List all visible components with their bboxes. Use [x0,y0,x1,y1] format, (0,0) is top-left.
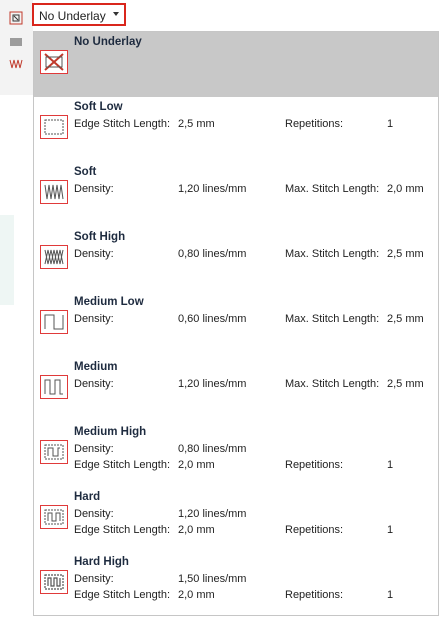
underlay-option-row: Density: 1,20 lines/mm Max. Stitch Length:… [74,378,434,394]
underlay-option-row: Edge Stitch Length: 2,0 mm Repetitions: 1 [74,459,434,475]
underlay-option[interactable]: Soft High Density: 0,80 lines/mm Max. Stitc… [34,227,438,292]
underlay-option-title: Hard High [74,556,129,568]
pattern-fill-icon[interactable] [8,35,24,49]
parameter-value: 2,0 mm [387,183,424,195]
parameter-value: 1 [387,118,394,130]
zigzag-stitch-icon[interactable] [8,57,24,71]
hard-icon [40,505,68,529]
underlay-option-title: Soft High [74,231,126,243]
underlay-option-row: Density: 0,80 lines/mm Max. Stitch Length:… [74,248,434,264]
satin-stitch-icon[interactable] [8,11,24,25]
underlay-option-row: Density: 1,20 lines/mm Max. Stitch Length:… [74,183,434,199]
underlay-option-row: Edge Stitch Length: 2,0 mm Repetitions: 1 [74,524,434,540]
left-panel-accent [0,215,14,305]
underlay-option[interactable]: Medium Low Density: 0,60 lines/mm Max. Stit… [34,292,438,357]
parameter-label: Density: [74,313,114,325]
parameter-value: 2,5 mm [387,248,424,260]
parameter-value: 1,50 lines/mm [178,573,247,585]
parameter-value: 0,80 lines/mm [178,248,247,260]
parameter-label: Max. Stitch Length: [285,183,380,195]
medium-low-icon [40,310,68,334]
parameter-value: 0,80 lines/mm [178,443,247,455]
parameter-value: 2,0 mm [178,589,215,601]
parameter-label: Density: [74,508,114,520]
parameter-label: Max. Stitch Length: [285,378,380,390]
parameter-label: Max. Stitch Length: [285,313,380,325]
underlay-combo[interactable]: No Underlay [32,3,126,26]
parameter-value: 1 [387,589,394,601]
no-underlay-icon [40,50,68,74]
soft-high-icon [40,245,68,269]
underlay-option[interactable]: No Underlay [34,32,438,97]
parameter-value: 2,5 mm [387,313,424,325]
parameter-value: 1,20 lines/mm [178,508,247,520]
parameter-value: 2,5 mm [387,378,424,390]
underlay-option-title: Medium Low [74,296,144,308]
parameter-value: 1,20 lines/mm [178,378,247,390]
parameter-value: 1 [387,524,394,536]
parameter-value: 2,0 mm [178,459,215,471]
parameter-label: Repetitions: [285,459,344,471]
underlay-option-title: Medium High [74,426,147,438]
underlay-option-row: Density: 0,60 lines/mm Max. Stitch Length:… [74,313,434,329]
parameter-value: 2,5 mm [178,118,215,130]
parameter-value: 1,20 lines/mm [178,183,247,195]
underlay-option-title: No Underlay [74,36,142,48]
underlay-option[interactable]: Medium Density: 1,20 lines/mm Max. Stitch L… [34,357,438,422]
parameter-label: Edge Stitch Length: [74,118,171,130]
soft-low-icon [40,115,68,139]
underlay-option-row: Edge Stitch Length: 2,0 mm Repetitions: 1 [74,589,434,605]
parameter-label: Repetitions: [285,589,344,601]
parameter-label: Edge Stitch Length: [74,524,171,536]
chevron-down-icon [113,12,119,16]
medium-icon [40,375,68,399]
underlay-option-row: Density: 1,50 lines/mm [74,573,434,589]
underlay-option-row: Edge Stitch Length: 2,5 mm Repetitions: 1 [74,118,434,134]
ribbon-strip [0,0,34,95]
parameter-value: 2,0 mm [178,524,215,536]
underlay-dropdown-list: No Underlay Soft Low Edge Stitch Length: 2,… [33,31,439,616]
underlay-option-title: Soft Low [74,101,123,113]
hard-high-icon [40,570,68,594]
parameter-value: 0,60 lines/mm [178,313,247,325]
parameter-label: Density: [74,443,114,455]
soft-icon [40,180,68,204]
underlay-option[interactable]: Soft Low Edge Stitch Length: 2,5 mm Repetit… [34,97,438,162]
underlay-option-title: Soft [74,166,97,178]
medium-high-icon [40,440,68,464]
underlay-option-title: Medium [74,361,118,373]
underlay-option[interactable]: Medium High Density: 0,80 lines/mm Edge Sti… [34,422,438,487]
underlay-option[interactable]: Soft Density: 1,20 lines/mm Max. Stitch Len… [34,162,438,227]
parameter-label: Edge Stitch Length: [74,459,171,471]
underlay-option-row: Density: 0,80 lines/mm [74,443,434,459]
parameter-value: 1 [387,459,394,471]
parameter-label: Density: [74,248,114,260]
parameter-label: Repetitions: [285,524,344,536]
left-panel [0,95,33,619]
parameter-label: Density: [74,573,114,585]
parameter-label: Density: [74,183,114,195]
underlay-option[interactable]: Hard Density: 1,20 lines/mm Edge Stitch Len… [34,487,438,552]
parameter-label: Repetitions: [285,118,344,130]
underlay-option-title: Hard [74,491,101,503]
parameter-label: Density: [74,378,114,390]
underlay-combo-label: No Underlay [39,9,106,23]
parameter-label: Edge Stitch Length: [74,589,171,601]
underlay-option[interactable]: Hard High Density: 1,50 lines/mm Edge Stitc… [34,552,438,617]
parameter-label: Max. Stitch Length: [285,248,380,260]
underlay-option-row: Density: 1,20 lines/mm [74,508,434,524]
